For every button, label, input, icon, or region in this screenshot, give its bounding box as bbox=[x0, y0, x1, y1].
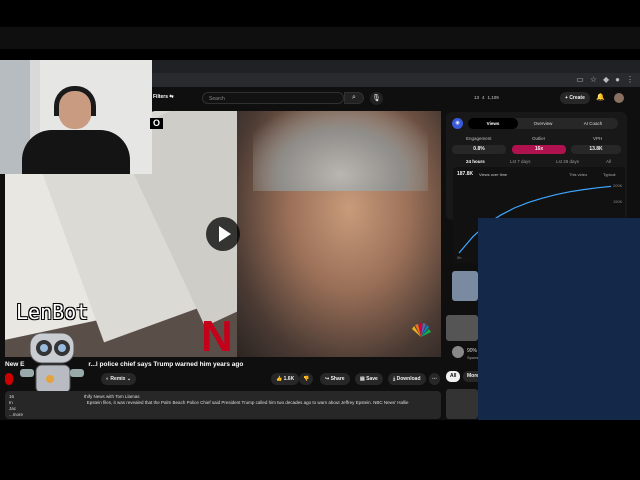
outlier-label: Outlier bbox=[532, 136, 546, 141]
description-prefix: 16 bbox=[9, 394, 15, 399]
analytics-tabs: Views Overview AI Coach bbox=[468, 118, 618, 129]
mic-icon: 🎙 bbox=[372, 95, 381, 102]
range-28d[interactable]: Lst 28 days bbox=[556, 159, 579, 164]
nbc-peacock-icon bbox=[412, 323, 431, 337]
header-stats: 13 4 1,109 bbox=[474, 95, 499, 100]
chevron-down-icon: ⌄ bbox=[126, 376, 132, 382]
create-label: Create bbox=[569, 95, 585, 101]
stat-2: 4 bbox=[482, 95, 485, 100]
dislike-button[interactable]: 👎 bbox=[299, 373, 314, 385]
sliders-icon: ⇆ bbox=[169, 94, 174, 100]
menu-icon[interactable]: ⋮ bbox=[626, 75, 634, 84]
stat-1: 13 bbox=[474, 95, 480, 100]
percent-label: 90% bbox=[467, 348, 478, 354]
tab-views[interactable]: Views bbox=[468, 118, 518, 129]
description-line-2: In Epstein files, it was revealed that th… bbox=[9, 400, 437, 406]
video-title-right: r...l police chief says Trump warned him… bbox=[88, 361, 244, 368]
search-input[interactable]: Search bbox=[202, 92, 344, 104]
account-avatar[interactable] bbox=[614, 93, 624, 103]
recommendation-thumbnail[interactable] bbox=[446, 389, 478, 419]
cast-icon[interactable]: ▭ bbox=[576, 75, 584, 84]
remix-label: Remix bbox=[110, 376, 126, 382]
remix-icon: ◐ bbox=[106, 376, 110, 382]
vph-label: VPH bbox=[593, 136, 603, 141]
overlay-label: O bbox=[150, 118, 163, 129]
bookmark-icon: ▤ bbox=[360, 376, 365, 382]
recommendation-thumbnail[interactable] bbox=[452, 271, 478, 301]
more-icon: ⋯ bbox=[432, 376, 437, 382]
extension-logo-icon[interactable]: ◉ bbox=[452, 118, 463, 129]
headphones-icon bbox=[54, 86, 96, 116]
network-logo: N bbox=[201, 312, 233, 358]
range-24h[interactable]: 24 hours bbox=[466, 159, 485, 164]
sponsor-avatar[interactable] bbox=[452, 346, 464, 358]
description-prefix-2: In bbox=[9, 400, 13, 405]
create-button[interactable]: + Create bbox=[560, 92, 590, 104]
portrait-hair bbox=[253, 111, 428, 191]
share-icon: ↪ bbox=[325, 376, 330, 382]
like-button[interactable]: 👍 1.6K bbox=[271, 373, 300, 385]
range-all[interactable]: All bbox=[606, 159, 611, 164]
description-prefix-3: Jac bbox=[9, 406, 17, 411]
save-button[interactable]: ▤ Save bbox=[355, 373, 383, 385]
download-icon: ⤓ bbox=[393, 376, 396, 382]
range-7d[interactable]: Lst 7 days bbox=[510, 159, 531, 164]
outlier-value: 16x bbox=[512, 145, 566, 154]
video-title: New E r...l police chief says Trump warn… bbox=[5, 361, 243, 368]
filters-label: Filters bbox=[153, 94, 169, 100]
channel-fragment: thify News with Tom Llamas bbox=[84, 394, 140, 399]
overlay-panel bbox=[478, 218, 640, 420]
vph-value: 13.8K bbox=[571, 145, 621, 154]
recommendation-thumbnail[interactable] bbox=[446, 315, 478, 341]
thumbs-up-icon: 👍 bbox=[276, 376, 283, 382]
youtube-header bbox=[0, 27, 640, 49]
tab-overview[interactable]: Overview bbox=[518, 118, 568, 129]
filters-button[interactable]: Filters ⇆ bbox=[153, 94, 174, 100]
download-label: Download bbox=[396, 376, 421, 382]
profile-icon[interactable]: ● bbox=[615, 75, 620, 84]
tab-ai-coach[interactable]: AI Coach bbox=[568, 118, 618, 129]
sponsor-label: Spons bbox=[467, 355, 479, 360]
channel-avatar[interactable] bbox=[5, 373, 13, 385]
share-button[interactable]: ↪ Share bbox=[320, 373, 350, 385]
video-title-left: New E bbox=[5, 361, 25, 368]
stat-3: 1,109 bbox=[487, 95, 499, 100]
search-icon: ⌕ bbox=[352, 94, 356, 101]
more-actions-button[interactable]: ⋯ bbox=[429, 373, 440, 385]
browser-toolbar-icons: ▭ ☆ ◆ ● ⋮ bbox=[576, 75, 634, 84]
action-bar: ◐ Remix ⌄ 👍 1.6K 👎 ↪ Share ▤ Save ⤓ Down… bbox=[5, 373, 441, 385]
bot-name-overlay: LenBot bbox=[16, 300, 89, 324]
chip-all[interactable]: All bbox=[446, 371, 461, 382]
engagement-value: 0.8% bbox=[452, 145, 506, 154]
webcam-overlay bbox=[0, 60, 152, 174]
engagement-label: Engagement bbox=[466, 136, 492, 141]
description-text: Epstein files, it was revealed that the … bbox=[86, 400, 409, 405]
thumbs-down-icon: 👎 bbox=[303, 376, 310, 382]
star-icon[interactable]: ☆ bbox=[590, 75, 597, 84]
play-button[interactable] bbox=[206, 217, 240, 251]
remix-button[interactable]: ◐ Remix ⌄ bbox=[101, 373, 137, 385]
save-label: Save bbox=[366, 376, 378, 382]
search-button[interactable]: ⌕ bbox=[344, 92, 364, 104]
extensions-icon[interactable]: ◆ bbox=[603, 75, 609, 84]
share-label: Share bbox=[330, 376, 345, 382]
more-link[interactable]: ...more bbox=[9, 412, 437, 418]
notifications-bell-icon[interactable]: 🔔 bbox=[596, 93, 605, 101]
streamer-body bbox=[22, 130, 130, 174]
like-count: 1.6K bbox=[283, 376, 295, 382]
search-placeholder: Search bbox=[209, 96, 225, 102]
voice-search-button[interactable]: 🎙 bbox=[370, 92, 383, 105]
download-button[interactable]: ⤓ Download bbox=[388, 373, 426, 385]
description-box[interactable]: 16 thify News with Tom Llamas In Epstein f… bbox=[5, 391, 441, 419]
